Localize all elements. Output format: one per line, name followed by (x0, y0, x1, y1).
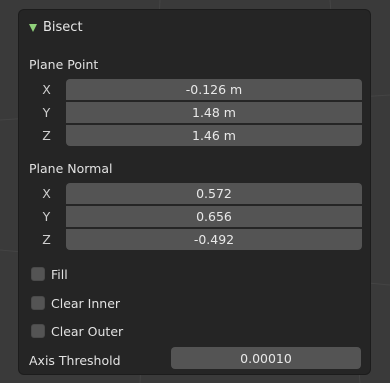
clear-inner-checkbox-row[interactable]: Clear Inner (31, 293, 120, 313)
plane-normal-x-row: X 0.572 (29, 182, 362, 205)
plane-point-x-row: X -0.126 m (29, 78, 362, 101)
clear-outer-checkbox[interactable] (31, 324, 45, 338)
axis-label-y: Y (42, 105, 51, 120)
plane-point-y-field[interactable]: 1.48 m (66, 102, 362, 123)
triangle-down-icon[interactable] (29, 23, 37, 32)
axis-threshold-label: Axis Threshold (29, 353, 121, 368)
fill-checkbox-row[interactable]: Fill (31, 264, 68, 284)
plane-normal-label: Plane Normal (29, 161, 113, 176)
plane-normal-z-field[interactable]: -0.492 (66, 229, 362, 250)
axis-label-z: Z (42, 232, 51, 247)
plane-normal-y-field[interactable]: 0.656 (66, 206, 362, 227)
bisect-operator-panel: Bisect Plane Point X -0.126 m Y 1.48 m Z… (19, 10, 370, 374)
plane-normal-y-row: Y 0.656 (29, 205, 362, 228)
clear-inner-label: Clear Inner (51, 295, 121, 311)
plane-normal-x-field[interactable]: 0.572 (66, 183, 362, 204)
fill-checkbox[interactable] (31, 267, 45, 281)
clear-outer-label: Clear Outer (51, 323, 124, 339)
plane-point-x-field[interactable]: -0.126 m (66, 79, 362, 100)
plane-point-z-field[interactable]: 1.46 m (66, 125, 362, 146)
axis-label-x: X (42, 186, 51, 201)
clear-outer-checkbox-row[interactable]: Clear Outer (31, 321, 123, 341)
plane-point-z-row: Z 1.46 m (29, 124, 362, 147)
axis-threshold-field[interactable]: 0.00010 (171, 347, 361, 369)
panel-title: Bisect (43, 19, 83, 35)
plane-normal-z-row: Z -0.492 (29, 228, 362, 251)
fill-label: Fill (51, 266, 68, 282)
plane-point-label: Plane Point (29, 57, 99, 72)
plane-point-y-row: Y 1.48 m (29, 101, 362, 124)
axis-label-x: X (42, 82, 51, 97)
clear-inner-checkbox[interactable] (31, 296, 45, 310)
panel-header[interactable]: Bisect (29, 17, 83, 37)
axis-label-z: Z (42, 128, 51, 143)
axis-label-y: Y (42, 209, 51, 224)
